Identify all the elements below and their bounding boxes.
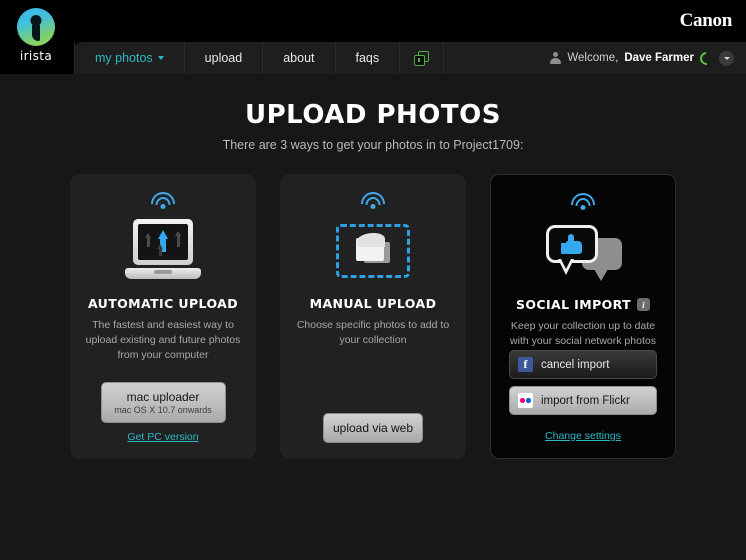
irista-circle-logo-icon <box>17 8 55 46</box>
irista-logo[interactable]: irista <box>14 8 58 63</box>
card-actions-automatic-upload: mac uploader mac OS X 10.7 onwards Get P… <box>82 382 244 443</box>
card-title-automatic-upload: AUTOMATIC UPLOAD <box>88 296 238 311</box>
dashed-photo-dropbox-icon <box>336 215 410 287</box>
logo-stem <box>32 25 40 41</box>
change-settings-link[interactable]: Change settings <box>545 430 621 442</box>
main-content: UPLOAD PHOTOS There are 3 ways to get yo… <box>0 74 746 560</box>
wifi-icon <box>570 193 596 210</box>
speech-bubble-front <box>546 225 598 263</box>
get-pc-version-link[interactable]: Get PC version <box>127 431 198 443</box>
nav-item-my-photos[interactable]: my photos <box>74 42 185 74</box>
card-social-import[interactable]: SOCIAL IMPORT i Keep your collection up … <box>490 174 676 459</box>
card-title-text: AUTOMATIC UPLOAD <box>88 296 238 311</box>
nav-item-upload[interactable]: upload <box>185 42 264 74</box>
laptop-upload-icon <box>125 215 201 287</box>
mac-uploader-button-label: mac uploader <box>106 390 221 404</box>
import-from-flickr-button[interactable]: import from Flickr <box>509 386 657 415</box>
cancel-import-button[interactable]: f cancel import <box>509 350 657 379</box>
thumbs-up-icon <box>561 234 583 254</box>
nav-label-my-photos: my photos <box>95 51 153 65</box>
card-description-social-import: Keep your collection up to date with you… <box>503 319 663 349</box>
upload-options-list: AUTOMATIC UPLOAD The fastest and easiest… <box>0 174 746 459</box>
card-description-manual-upload: Choose specific photos to add to your co… <box>292 318 454 348</box>
speech-bubble-thumbs-up-icon <box>544 216 622 288</box>
page-root: irista Canon my photos upload about faqs… <box>0 0 746 560</box>
info-icon[interactable]: i <box>637 298 650 311</box>
mac-uploader-button[interactable]: mac uploader mac OS X 10.7 onwards <box>101 382 226 423</box>
card-title-social-import: SOCIAL IMPORT i <box>516 297 650 312</box>
cancel-import-button-label: cancel import <box>541 359 609 371</box>
flickr-icon <box>518 393 533 408</box>
import-from-flickr-button-label: import from Flickr <box>541 395 630 407</box>
card-description-automatic-upload: The fastest and easiest way to upload ex… <box>82 318 244 364</box>
facebook-icon: f <box>518 357 533 372</box>
card-automatic-upload[interactable]: AUTOMATIC UPLOAD The fastest and easiest… <box>70 174 256 459</box>
stacked-copy-icon <box>414 51 429 66</box>
mac-uploader-button-sublabel: mac OS X 10.7 onwards <box>106 405 221 415</box>
card-title-manual-upload: MANUAL UPLOAD <box>310 296 437 311</box>
card-manual-upload[interactable]: MANUAL UPLOAD Choose specific photos to … <box>280 174 466 459</box>
chevron-down-icon <box>158 56 164 60</box>
wifi-icon <box>150 192 176 209</box>
wifi-icon <box>360 192 386 209</box>
canon-logo: Canon <box>680 10 732 32</box>
card-title-text: MANUAL UPLOAD <box>310 296 437 311</box>
stacked-copy-icon-button[interactable] <box>400 42 444 74</box>
photo-stack-icon <box>356 238 390 264</box>
irista-logo-text: irista <box>14 49 58 63</box>
welcome-label: Welcome, <box>567 52 618 64</box>
card-title-text: SOCIAL IMPORT <box>516 297 631 312</box>
user-dropdown-chevron-down-icon[interactable] <box>719 51 734 66</box>
upload-via-web-button[interactable]: upload via web <box>323 413 423 443</box>
card-actions-social-import: f cancel import import from Flickr Chang… <box>503 350 663 442</box>
user-menu[interactable]: Welcome, Dave Farmer <box>550 42 746 74</box>
user-name: Dave Farmer <box>624 52 694 64</box>
nav-item-about[interactable]: about <box>263 42 335 74</box>
main-navigation: my photos upload about faqs Welcome, Dav… <box>74 42 746 74</box>
person-icon <box>550 52 561 65</box>
card-actions-manual-upload: upload via web <box>292 413 454 443</box>
top-brand-bar: irista Canon my photos upload about faqs… <box>0 0 746 78</box>
page-subtitle: There are 3 ways to get your photos in t… <box>0 138 746 152</box>
page-title: UPLOAD PHOTOS <box>0 100 746 130</box>
nav-item-faqs[interactable]: faqs <box>336 42 401 74</box>
loading-spinner-icon <box>697 49 715 67</box>
